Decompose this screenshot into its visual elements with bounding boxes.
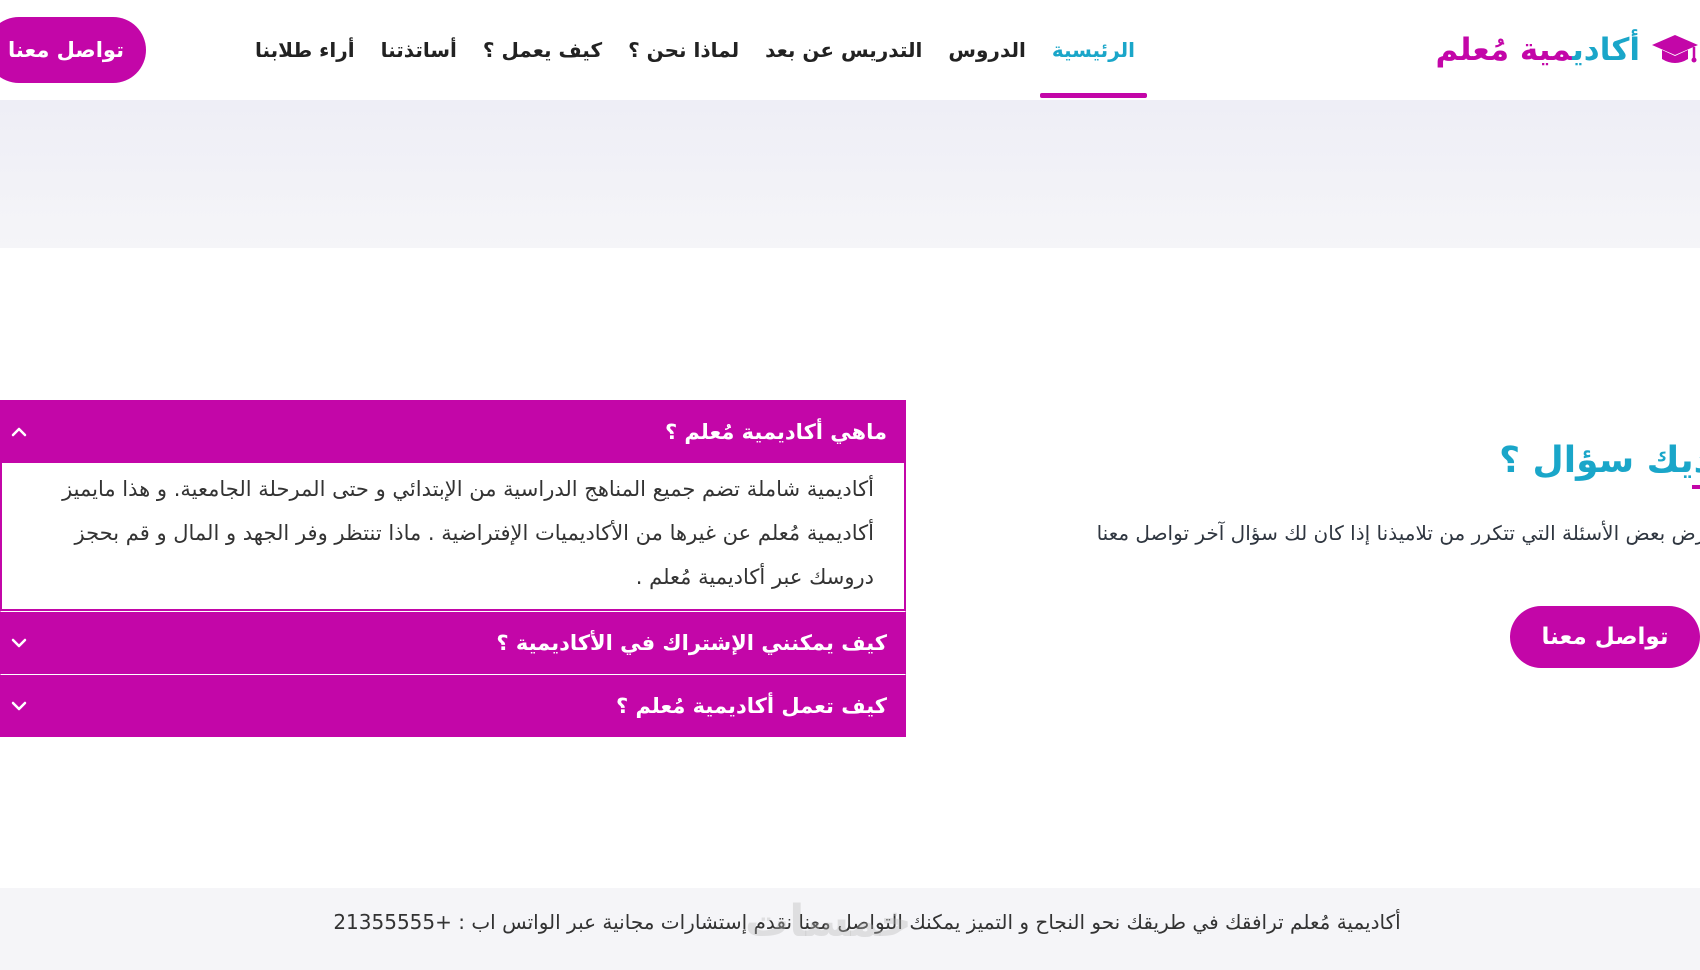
nav-item-home[interactable]: الرئيسية [1039, 26, 1147, 98]
chevron-down-icon [9, 696, 29, 716]
site-header: أكاديمية مُعلم الرئيسية الدروس التدريس ع… [0, 0, 1700, 100]
graduation-cap-icon [1650, 25, 1700, 75]
section-description: نعرض بعض الأسئلة التي تتكرر من تلاميذنا … [1096, 521, 1700, 545]
chevron-down-icon [9, 633, 29, 653]
site-footer: أكاديمية مُعلم ترافقك في طريقك نحو النجا… [0, 888, 1700, 970]
faq-question: كيف يمكنني الإشتراك في الأكاديمية ؟ [496, 630, 887, 655]
faq-question: ماهي أكاديمية مُعلم ؟ [664, 419, 887, 444]
faq-item: كيف يمكنني الإشتراك في الأكاديمية ؟ [0, 611, 906, 674]
logo[interactable]: أكاديمية مُعلم [1435, 22, 1700, 78]
logo-text-part2: مية مُعلم [1435, 32, 1573, 68]
nav-item-label: الرئيسية [1051, 38, 1135, 62]
hero-banner-strip [0, 100, 1700, 248]
nav-item-label: أساتذتنا [380, 38, 457, 62]
faq-answer: أكاديمية شاملة تضم جميع المناهج الدراسية… [62, 477, 874, 589]
nav-item-why-us[interactable]: لماذا نحن ؟ [628, 26, 739, 74]
faq-accordion: ماهي أكاديمية مُعلم ؟ أكاديمية شاملة تضم… [0, 400, 906, 737]
chevron-up-icon [9, 422, 29, 442]
main-nav: الرئيسية الدروس التدريس عن بعد لماذا نحن… [255, 26, 1147, 98]
faq-answer-panel: أكاديمية شاملة تضم جميع المناهج الدراسية… [0, 463, 906, 611]
title-underline [1692, 485, 1700, 489]
section-title: لديك سؤال ؟ [1499, 440, 1700, 489]
contact-us-button[interactable]: تواصل معنا [1510, 606, 1700, 668]
nav-item-label: كيف يعمل ؟ [482, 38, 603, 62]
faq-item-header[interactable]: كيف تعمل أكاديمية مُعلم ؟ [0, 674, 906, 737]
nav-item-teachers[interactable]: أساتذتنا [381, 26, 457, 74]
faq-item: كيف تعمل أكاديمية مُعلم ؟ [0, 674, 906, 737]
logo-text: أكاديمية مُعلم [1435, 32, 1640, 68]
nav-item-how-it-works[interactable]: كيف يعمل ؟ [483, 26, 602, 74]
faq-item-header[interactable]: كيف يمكنني الإشتراك في الأكاديمية ؟ [0, 611, 906, 674]
nav-item-testimonials[interactable]: أراء طلابنا [255, 26, 355, 74]
nav-active-underline [1039, 93, 1147, 98]
have-question-section: لديك سؤال ؟ نعرض بعض الأسئلة التي تتكرر … [1020, 440, 1700, 668]
faq-item-header[interactable]: ماهي أكاديمية مُعلم ؟ [0, 400, 906, 463]
faq-question: كيف تعمل أكاديمية مُعلم ؟ [615, 693, 887, 718]
header-contact-button[interactable]: تواصل معنا [0, 17, 146, 83]
nav-item-label: لماذا نحن ؟ [628, 38, 740, 62]
faq-item: ماهي أكاديمية مُعلم ؟ أكاديمية شاملة تضم… [0, 400, 906, 611]
nav-item-remote-teaching[interactable]: التدريس عن بعد [765, 26, 922, 74]
nav-item-label: التدريس عن بعد [765, 38, 923, 62]
logo-text-part1: أكادي [1572, 32, 1640, 68]
nav-item-label: الدروس [948, 38, 1026, 62]
nav-item-lessons[interactable]: الدروس [948, 26, 1025, 74]
section-title-text: لديك سؤال ؟ [1499, 440, 1700, 481]
footer-text: أكاديمية مُعلم ترافقك في طريقك نحو النجا… [333, 910, 1401, 934]
nav-item-label: أراء طلابنا [254, 38, 355, 62]
